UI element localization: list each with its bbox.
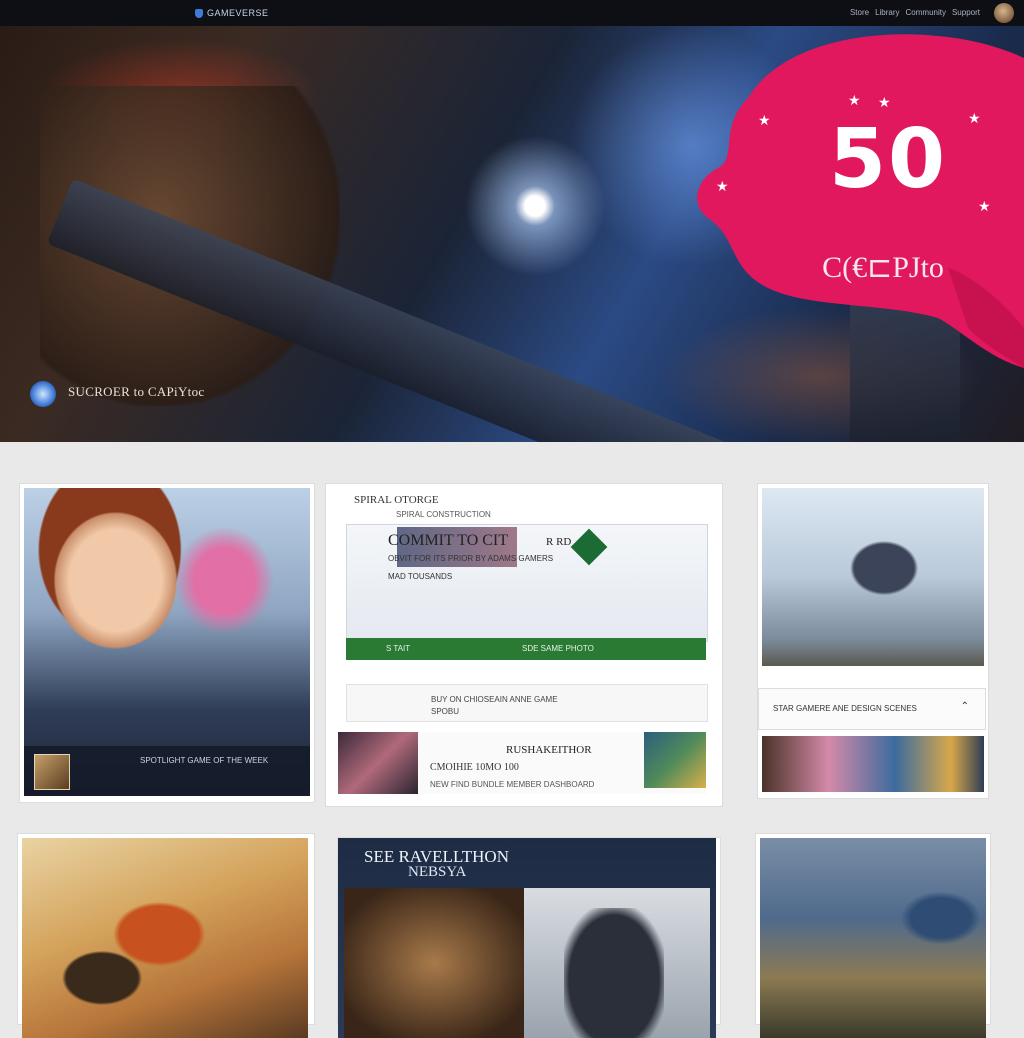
- star-icon: ★: [716, 178, 729, 194]
- card-subtitle: NEBSYA: [408, 864, 467, 880]
- game-card-adventure[interactable]: SEE RAVELLTHON NEBSYA: [338, 838, 720, 1038]
- top-nav: Store Library Community Support: [850, 8, 980, 17]
- list-item-title: RUSHAKEITHOR: [506, 744, 592, 756]
- game-card-hero-portrait[interactable]: SPOTLIGHT GAME OF THE WEEK: [20, 484, 314, 802]
- logo-text: GAMEVERSE: [207, 8, 269, 18]
- site-logo[interactable]: GAMEVERSE: [195, 8, 269, 18]
- list-item-title: BUY ON CHIOSEAIN ANNE GAME: [431, 695, 558, 704]
- list-item-thumbnail-2: [644, 732, 706, 788]
- panel-line-1: OBVIT FOR ITS PRIOR BY ADAMS GAMERS: [388, 554, 554, 563]
- search-bar[interactable]: STAR GAMERE ANE DESIGN SCENES ⌃: [758, 688, 986, 730]
- nav-item-community[interactable]: Community: [906, 8, 946, 17]
- card-thumbnail[interactable]: [34, 754, 70, 790]
- same-photo-button[interactable]: SDE SAME PHOTO: [522, 644, 594, 653]
- hero-caption: SUCROER to CAPiYtoc: [68, 384, 205, 399]
- list-item-thumbnail: [338, 732, 418, 794]
- top-nav-bar: GAMEVERSE Store Library Community Suppor…: [0, 0, 1024, 26]
- game-card-airship[interactable]: STAR GAMERE ANE DESIGN SCENES ⌃: [758, 484, 988, 798]
- card-image: [760, 838, 986, 1038]
- promo-value: 50: [828, 112, 948, 207]
- card-left-art: [344, 888, 524, 1038]
- crystal-icon: [30, 381, 56, 407]
- list-item[interactable]: BUY ON CHIOSEAIN ANNE GAME SPOBU: [346, 684, 708, 722]
- list-item-sub: CMOIHIE 10MO 100: [430, 762, 519, 773]
- thumbnail-strip[interactable]: [762, 736, 984, 792]
- list-item-meta: NEW FIND BUNDLE MEMBER DASHBOARD: [430, 780, 595, 789]
- search-text: STAR GAMERE ANE DESIGN SCENES: [773, 704, 917, 713]
- card-right-art: [524, 888, 710, 1038]
- card-image: [762, 488, 984, 666]
- action-bar: S TAIT SDE SAME PHOTO: [346, 638, 706, 660]
- shield-icon: [195, 8, 203, 18]
- start-button[interactable]: S TAIT: [386, 644, 410, 653]
- star-icon: ★: [878, 94, 891, 110]
- promo-badge[interactable]: ★ ★ ★ ★ ★ ★ 50 C(€⊏PJto: [688, 28, 1024, 368]
- list-item[interactable]: RUSHAKEITHOR CMOIHIE 10MO 100 NEW FIND B…: [338, 732, 706, 794]
- nav-item-store[interactable]: Store: [850, 8, 869, 17]
- nav-item-library[interactable]: Library: [875, 8, 899, 17]
- card-caption: SPOTLIGHT GAME OF THE WEEK: [140, 756, 269, 765]
- nav-item-support[interactable]: Support: [952, 8, 980, 17]
- promo-label: C(€⊏PJto: [822, 251, 944, 284]
- user-avatar[interactable]: [994, 3, 1014, 23]
- caret-up-icon[interactable]: ⌃: [961, 701, 969, 712]
- knight-figure-art: [564, 908, 664, 1038]
- panel-line-2: MAD TOUSANDS: [388, 572, 453, 581]
- star-icon: ★: [758, 112, 771, 128]
- card-title: SEE RAVELLTHON: [364, 847, 509, 866]
- panel-heading-suffix: R RD: [546, 536, 572, 548]
- game-card-city[interactable]: [756, 834, 990, 1038]
- card-title: SPIRAL OTORGE: [354, 494, 439, 506]
- card-image: [22, 838, 308, 1038]
- panel-heading: COMMIT TO CIT: [388, 532, 509, 549]
- star-icon: ★: [848, 92, 861, 108]
- card-subtitle: SPIRAL CONSTRUCTION: [396, 510, 491, 519]
- game-card-action[interactable]: [18, 834, 314, 1038]
- list-item-sub: SPOBU: [431, 707, 460, 716]
- featured-game-card[interactable]: SPIRAL OTORGE SPIRAL CONSTRUCTION COMMIT…: [326, 484, 722, 806]
